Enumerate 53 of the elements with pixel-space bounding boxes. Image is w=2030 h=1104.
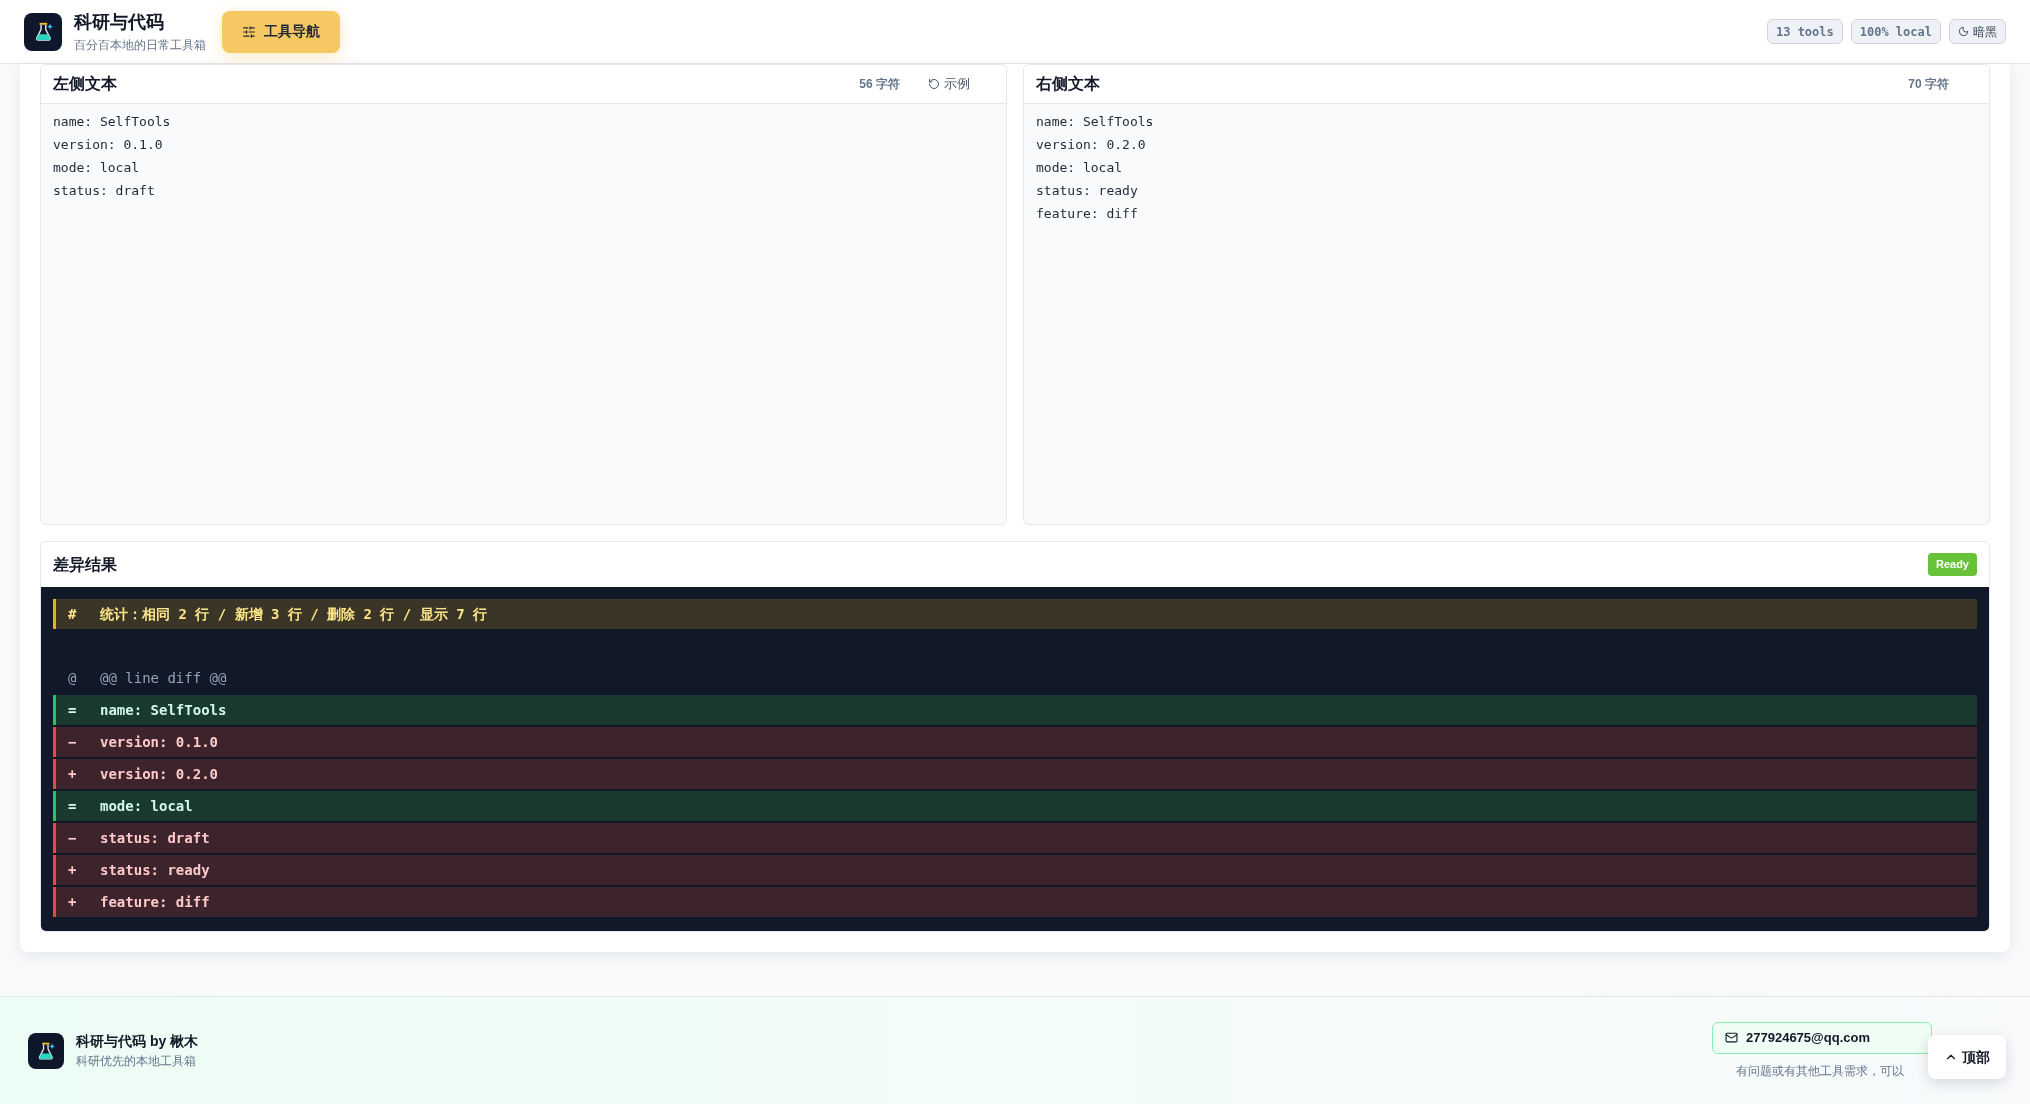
diff-text: mode: local [100, 796, 193, 816]
footer-tagline: 科研优先的本地工具箱 [76, 1053, 197, 1070]
text-line: status: ready [1036, 182, 1138, 200]
example-button[interactable]: 示例 [928, 74, 970, 94]
diff-text: version: 0.2.0 [100, 764, 218, 784]
theme-button[interactable]: 暗黑 [1949, 19, 2006, 44]
text-line: version: 0.2.0 [1036, 136, 1146, 154]
text-line: mode: local [53, 159, 140, 177]
app-tagline: 百分百本地的日常工具箱 [74, 37, 206, 54]
status-badge: Ready [1927, 553, 1977, 576]
text-line: mode: local [1036, 159, 1123, 177]
diff-text: status: draft [100, 828, 210, 848]
diff-sign: − [67, 828, 78, 848]
text-input[interactable]: name: SelfTools version: 0.2.0 mode: local status: ready feature: diff [1024, 104, 1989, 524]
moon-icon [1958, 26, 1969, 37]
text-line: version: 0.1.0 [53, 136, 163, 154]
diff-sign: − [67, 732, 78, 752]
panel-title: 右侧文本 [1036, 74, 1100, 94]
diff-text: 统计：相同 2 行 / 新增 3 行 / 删除 2 行 / 显示 7 行 [100, 604, 487, 624]
diff-sign: # [67, 604, 78, 624]
text-line: status: draft [53, 182, 155, 200]
diff-text: @@ line diff @@ [100, 668, 227, 688]
logo-icon [24, 12, 62, 51]
diff-text: name: SelfTools [100, 700, 227, 720]
footer-title: 科研与代码 by 楸木 [76, 1032, 199, 1051]
text-line: name: SelfTools [53, 113, 171, 131]
text-line: name: SelfTools [1036, 113, 1154, 131]
tools-nav-button[interactable]: 工具导航 [222, 10, 340, 53]
panel-title: 左侧文本 [53, 74, 117, 94]
sliders-icon [242, 24, 256, 39]
back-to-top-button[interactable]: 顶部 [1928, 1035, 2006, 1079]
info-badge: 13 tools [1766, 19, 1843, 44]
diff-text: version: 0.1.0 [100, 732, 218, 752]
mail-icon [1725, 1031, 1738, 1044]
char-count: 56 字符 [859, 76, 900, 93]
app-title: 科研与代码 [74, 11, 165, 34]
logo-icon [28, 1032, 64, 1069]
diff-text: status: ready [100, 860, 210, 880]
email-link[interactable]: 277924675@qq.com [1712, 1021, 1932, 1054]
text-input[interactable]: name: SelfTools version: 0.1.0 mode: local status: draft [41, 104, 1006, 524]
diff-text: feature: diff [100, 892, 210, 912]
diff-sign: = [67, 796, 78, 816]
diff-sign: @ [67, 668, 78, 688]
char-count: 70 字符 [1908, 76, 1949, 93]
text-line: feature: diff [1036, 205, 1138, 223]
diff-sign: = [67, 700, 78, 720]
diff-sign: + [67, 892, 78, 912]
diff-sign: + [67, 860, 78, 880]
reset-icon [928, 78, 940, 90]
result-title: 差异结果 [53, 554, 117, 575]
footer-note: 有问题或有其他工具需求，可以 [1736, 1062, 1905, 1080]
info-badge: 100% local [1850, 19, 1941, 44]
diff-sign: + [67, 764, 78, 784]
